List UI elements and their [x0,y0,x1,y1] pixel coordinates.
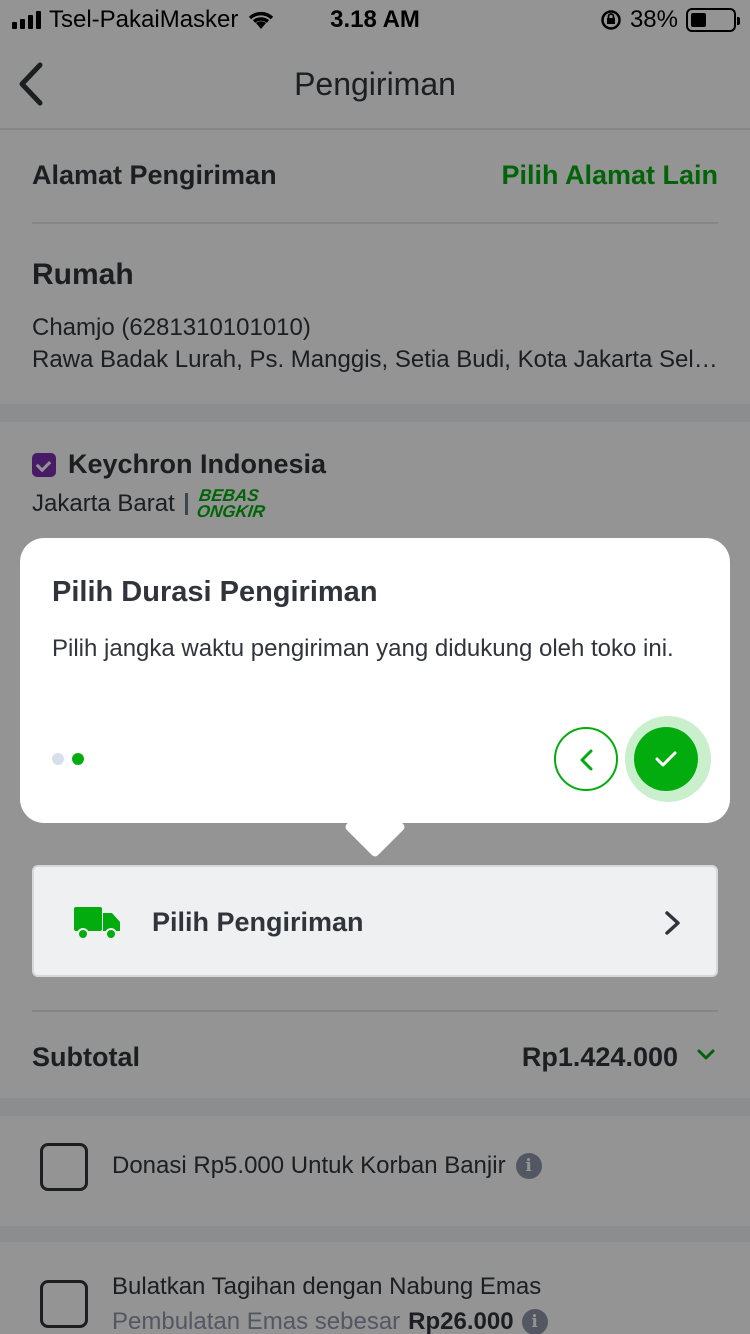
chevron-left-icon [580,749,593,771]
coachmark-title: Pilih Durasi Pengiriman [52,576,378,608]
coachmark-step-indicator [52,753,84,765]
truck-icon [74,907,120,940]
step-dot [72,753,84,765]
coachmark-previous-button[interactable] [554,727,618,791]
highlighted-choose-shipping-button[interactable]: Pilih Pengiriman [32,865,718,977]
step-dot [52,753,64,765]
choose-shipping-label: Pilih Pengiriman [152,907,364,937]
coachmark-description: Pilih jangka waktu pengiriman yang diduk… [52,635,674,662]
checkmark-icon [655,751,677,767]
coachmark-done-button[interactable] [634,727,698,791]
coachmark-card: Pilih Durasi Pengiriman Pilih jangka wak… [20,538,730,823]
chevron-right-icon [665,911,680,935]
